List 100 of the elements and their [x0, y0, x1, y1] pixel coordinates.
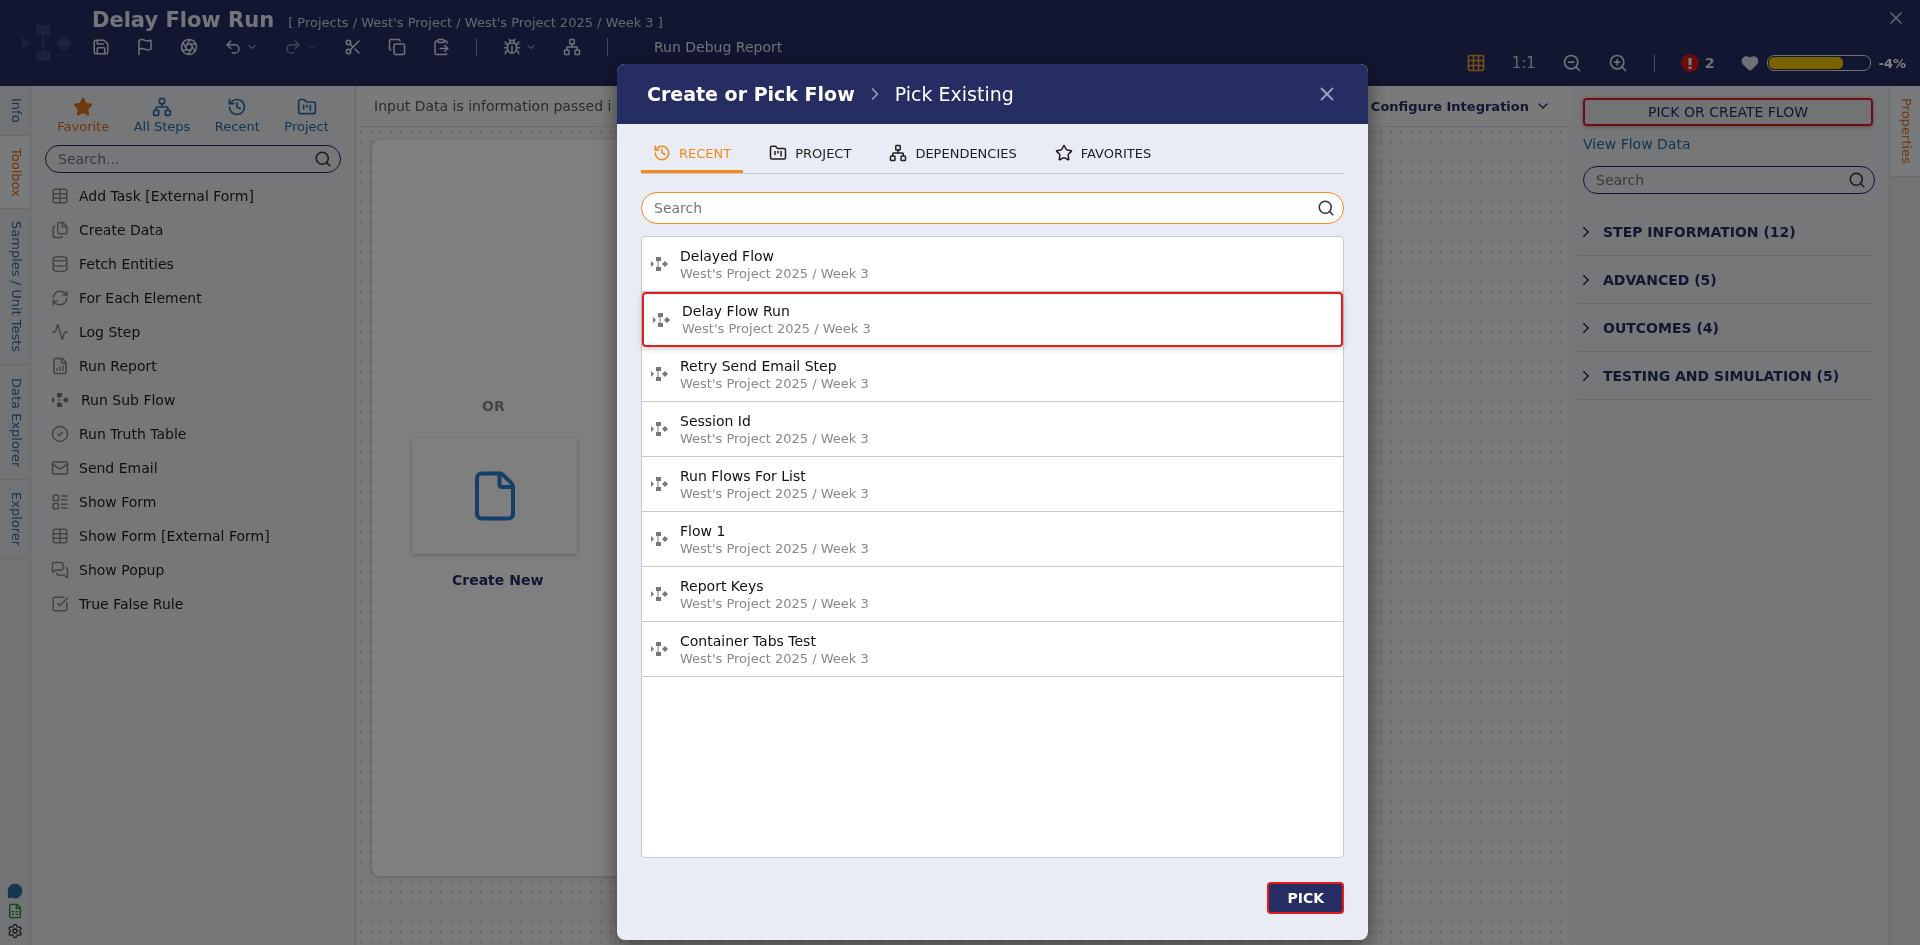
- pick-button[interactable]: PICK: [1267, 882, 1344, 914]
- side-tab[interactable]: Samples / Unit Tests: [0, 209, 30, 366]
- flow-row[interactable]: Delay Flow Run West's Project 2025 / Week 3: [642, 292, 1343, 347]
- toolbox-item[interactable]: Log Step: [45, 315, 341, 349]
- search-field[interactable]: Search: [1583, 166, 1875, 194]
- create-new-tile[interactable]: [412, 438, 577, 554]
- hierarchy-icon[interactable]: [563, 38, 581, 56]
- flag-icon[interactable]: [136, 38, 154, 56]
- flow-row[interactable]: Flow 1 West's Project 2025 / Week 3: [642, 512, 1343, 567]
- flow-row[interactable]: Report Keys West's Project 2025 / Week 3: [642, 567, 1343, 622]
- toolbox-item[interactable]: Show Form [External Form]: [45, 519, 341, 553]
- side-tab[interactable]: Properties: [1890, 86, 1920, 177]
- or-label: OR: [482, 398, 506, 414]
- save-icon[interactable]: [92, 38, 110, 56]
- flow-row[interactable]: Session Id West's Project 2025 / Week 3: [642, 402, 1343, 457]
- flow-path: West's Project 2025 / Week 3: [680, 595, 869, 611]
- section-header[interactable]: STEP INFORMATION (12): [1577, 208, 1875, 256]
- form-icon: [51, 187, 69, 205]
- flow-name: Flow 1: [680, 522, 727, 539]
- copy-icon: [51, 221, 69, 239]
- section-header[interactable]: ADVANCED (5): [1577, 256, 1875, 304]
- view-flow-data-link[interactable]: View Flow Data: [1583, 136, 1875, 152]
- toolbox-item[interactable]: Run Report: [45, 349, 341, 383]
- form-icon: [51, 493, 69, 511]
- copy-icon[interactable]: [388, 38, 406, 56]
- flow-path: West's Project 2025 / Week 3: [680, 540, 869, 556]
- clock-icon: [227, 97, 248, 117]
- heart-icon: [1740, 54, 1759, 72]
- flow-path: West's Project 2025 / Week 3: [682, 321, 871, 336]
- clock-icon: [653, 144, 671, 162]
- flow-name: Container Tabs Test: [680, 632, 817, 649]
- hierarchy-icon: [889, 144, 908, 162]
- flow-row[interactable]: Retry Send Email Step West's Project 2025 / Week 3: [642, 347, 1343, 402]
- info-text: Input Data is information passed i: [374, 98, 612, 114]
- debug-report-link[interactable]: Run Debug Report: [654, 39, 783, 55]
- aperture-icon[interactable]: [180, 38, 198, 56]
- breadcrumb: [ Projects / West's Project / West's Project 2025 / Week 3 ]: [288, 15, 663, 30]
- create-new-label: Create New: [452, 572, 544, 588]
- paste-icon[interactable]: [432, 38, 450, 56]
- side-tab[interactable]: Info: [0, 86, 30, 136]
- health-reading: -4%: [1878, 55, 1906, 71]
- error-icon[interactable]: [1680, 54, 1699, 72]
- filter-tab[interactable]: Project: [278, 96, 335, 135]
- dialog-subtitle: Pick Existing: [894, 83, 1014, 105]
- undo-icon[interactable]: [224, 38, 258, 56]
- pulse-icon: [51, 323, 69, 341]
- filter-tab[interactable]: Recent: [208, 96, 266, 135]
- star-icon: [73, 97, 94, 117]
- dialog-tab[interactable]: PROJECT: [757, 138, 864, 173]
- flow-path: West's Project 2025 / Week 3: [680, 650, 869, 666]
- search-icon: [1317, 199, 1335, 217]
- scissors-icon[interactable]: [344, 38, 362, 56]
- toolbox-item[interactable]: Show Popup: [45, 553, 341, 587]
- database-icon: [51, 255, 69, 273]
- bug-icon[interactable]: [503, 38, 537, 56]
- folder-icon: [296, 97, 317, 117]
- flow-path: West's Project 2025 / Week 3: [680, 375, 869, 391]
- configure-integration-button[interactable]: Configure Integration: [1370, 98, 1551, 114]
- flow-row[interactable]: Run Flows For List West's Project 2025 / Week 3: [642, 457, 1343, 512]
- flow-path: West's Project 2025 / Week 3: [680, 430, 869, 446]
- flow-title: Delay Flow Run: [92, 8, 275, 32]
- toolbox-item[interactable]: Add Task [External Form]: [45, 179, 341, 213]
- grid-icon[interactable]: [1465, 53, 1486, 73]
- search-field[interactable]: Search...: [45, 145, 341, 173]
- check-icon: [51, 595, 69, 613]
- flow-name: Retry Send Email Step: [680, 357, 838, 374]
- flow-row[interactable]: Container Tabs Test West's Project 2025 / Week 3: [642, 622, 1343, 677]
- section-header[interactable]: TESTING AND SIMULATION (5): [1577, 352, 1875, 400]
- toolbox-item[interactable]: Run Truth Table: [45, 417, 341, 451]
- folder-icon: [769, 144, 788, 162]
- toolbox-item[interactable]: True False Rule: [45, 587, 341, 621]
- toolbox-item[interactable]: Send Email: [45, 451, 341, 485]
- settings-icon[interactable]: [7, 923, 23, 939]
- pick-or-create-button[interactable]: PICK OR CREATE FLOW: [1583, 98, 1873, 126]
- section-header[interactable]: OUTCOMES (4): [1577, 304, 1875, 352]
- flow-name: Delayed Flow: [680, 247, 776, 264]
- side-tab[interactable]: Toolbox: [0, 135, 30, 210]
- toolbox-item[interactable]: Fetch Entities: [45, 247, 341, 281]
- toolbox-item[interactable]: Show Form: [45, 485, 341, 519]
- dialog-tab[interactable]: DEPENDENCIES: [877, 138, 1029, 173]
- search-icon: [1848, 171, 1866, 189]
- chat-icon[interactable]: [7, 883, 23, 899]
- loop-icon: [51, 289, 69, 307]
- zoom-in-icon[interactable]: [1607, 53, 1628, 73]
- toolbox-item[interactable]: For Each Element: [45, 281, 341, 315]
- zoom-out-icon[interactable]: [1561, 53, 1582, 73]
- toolbox-item[interactable]: Create Data: [45, 213, 341, 247]
- sheet-icon[interactable]: [7, 903, 23, 919]
- form-icon: [51, 527, 69, 545]
- dialog-tab[interactable]: FAVORITES: [1042, 138, 1164, 173]
- flow-row[interactable]: Delayed Flow West's Project 2025 / Week 3: [642, 237, 1343, 292]
- side-tab[interactable]: Data Explorer: [0, 365, 30, 480]
- search-field[interactable]: Search: [641, 192, 1344, 224]
- flow-path: West's Project 2025 / Week 3: [680, 265, 869, 281]
- toolbox-item[interactable]: Run Sub Flow: [45, 383, 341, 417]
- filter-tab[interactable]: All Steps: [127, 96, 197, 135]
- check-icon: [51, 425, 69, 443]
- side-tab[interactable]: Explorer: [0, 479, 30, 559]
- actual-size-button[interactable]: 1:1: [1511, 54, 1536, 72]
- flow-name: Run Flows For List: [680, 467, 807, 484]
